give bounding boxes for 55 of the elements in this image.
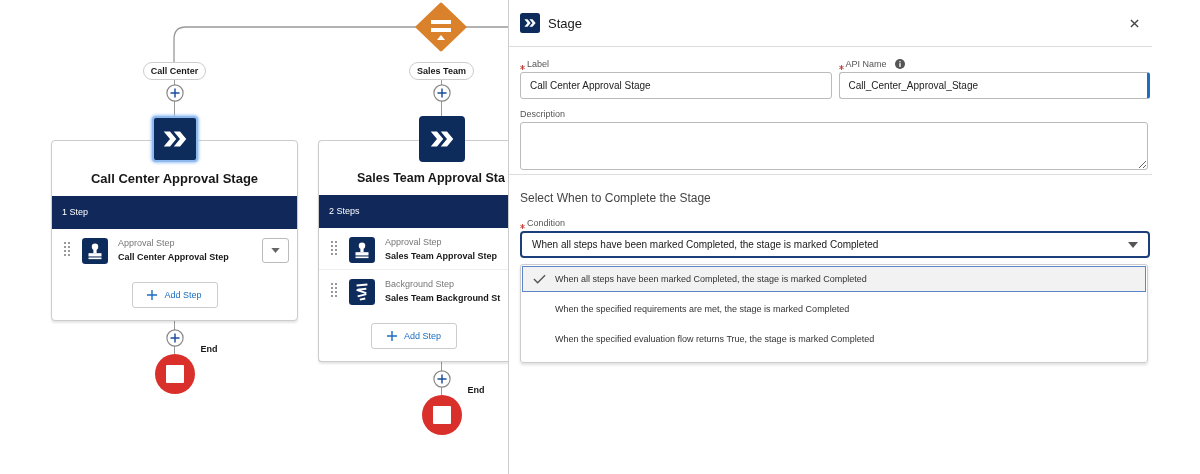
text-field[interactable]: Call Center Approval Stage xyxy=(520,72,832,99)
field-label: Description xyxy=(520,109,566,119)
caret-icon xyxy=(1128,241,1138,248)
add-step-button[interactable]: Add Step xyxy=(131,282,218,308)
stage-title: Sales Team Approval Sta xyxy=(356,170,506,187)
step-name: Call Center Approval Step xyxy=(118,252,230,262)
drag-handle-icon[interactable] xyxy=(64,242,70,256)
step-menu-button[interactable] xyxy=(262,238,289,263)
field-label: Condition xyxy=(527,218,566,228)
end-label: End xyxy=(467,385,485,395)
end-icon xyxy=(421,395,462,435)
step-type: Approval Step xyxy=(385,237,443,247)
dropdown-option[interactable]: When all steps have been marked Completed, the stage is marked Completed xyxy=(522,266,1146,292)
add-step-button[interactable]: Add Step xyxy=(371,323,457,349)
branch-label: Call Center xyxy=(142,62,207,80)
add-icon[interactable] xyxy=(165,329,184,347)
stage-icon[interactable] xyxy=(151,116,198,162)
stage-card[interactable]: Call Center Approval Stage 1 Step Approval Step Call Center Approval Step Add Step xyxy=(51,140,298,321)
step-type: Background Step xyxy=(385,279,456,289)
dropdown-option[interactable]: When the specified requirements are met, the stage is marked Completed xyxy=(522,296,1146,322)
end-label: End xyxy=(200,344,218,354)
drag-handle-icon[interactable] xyxy=(331,241,337,255)
plus-icon xyxy=(147,290,158,300)
step-count-bar: 2 Steps xyxy=(319,195,508,228)
add-icon[interactable] xyxy=(165,84,184,102)
stage-icon xyxy=(520,13,540,33)
connector-line xyxy=(465,26,508,28)
step-type: Approval Step xyxy=(118,238,176,248)
step-count-bar: 1 Step xyxy=(52,196,297,229)
list-icon xyxy=(349,279,375,305)
stage-card[interactable]: Sales Team Approval Sta 2 Steps Approval Step Sales Team Approval Step Background Step Sales Team Background St Add Step xyxy=(318,140,508,362)
branch-label: Sales Team xyxy=(409,62,474,80)
plus-icon xyxy=(387,331,397,341)
step-name: Sales Team Approval Step xyxy=(385,251,499,261)
stage-icon[interactable] xyxy=(418,116,465,162)
dropdown-option[interactable]: When the specified evaluation flow returns True, the stage is marked Completed xyxy=(522,326,1146,352)
check-icon xyxy=(532,274,546,284)
panel-title: Stage xyxy=(548,15,583,31)
end-icon xyxy=(154,354,195,394)
stamp-icon xyxy=(82,238,108,264)
condition-select[interactable]: When all steps have been marked Completed, the stage is marked Completed xyxy=(520,231,1150,258)
field-label: Label xyxy=(527,59,550,69)
text-field[interactable]: Call_Center_Approval_Stage xyxy=(838,72,1150,99)
add-icon[interactable] xyxy=(432,370,451,388)
field-label: API Name xyxy=(845,59,887,69)
description-field[interactable] xyxy=(520,122,1148,170)
add-icon[interactable] xyxy=(432,84,451,102)
stage-title: Call Center Approval Stage xyxy=(89,170,260,188)
info-icon[interactable] xyxy=(894,59,905,69)
stamp-icon xyxy=(349,237,375,263)
decision-icon xyxy=(415,2,467,52)
section-heading: Select When to Complete the Stage xyxy=(520,191,712,205)
step-name: Sales Team Background St xyxy=(385,293,501,303)
caret-icon xyxy=(271,248,280,253)
drag-handle-icon[interactable] xyxy=(331,283,337,297)
